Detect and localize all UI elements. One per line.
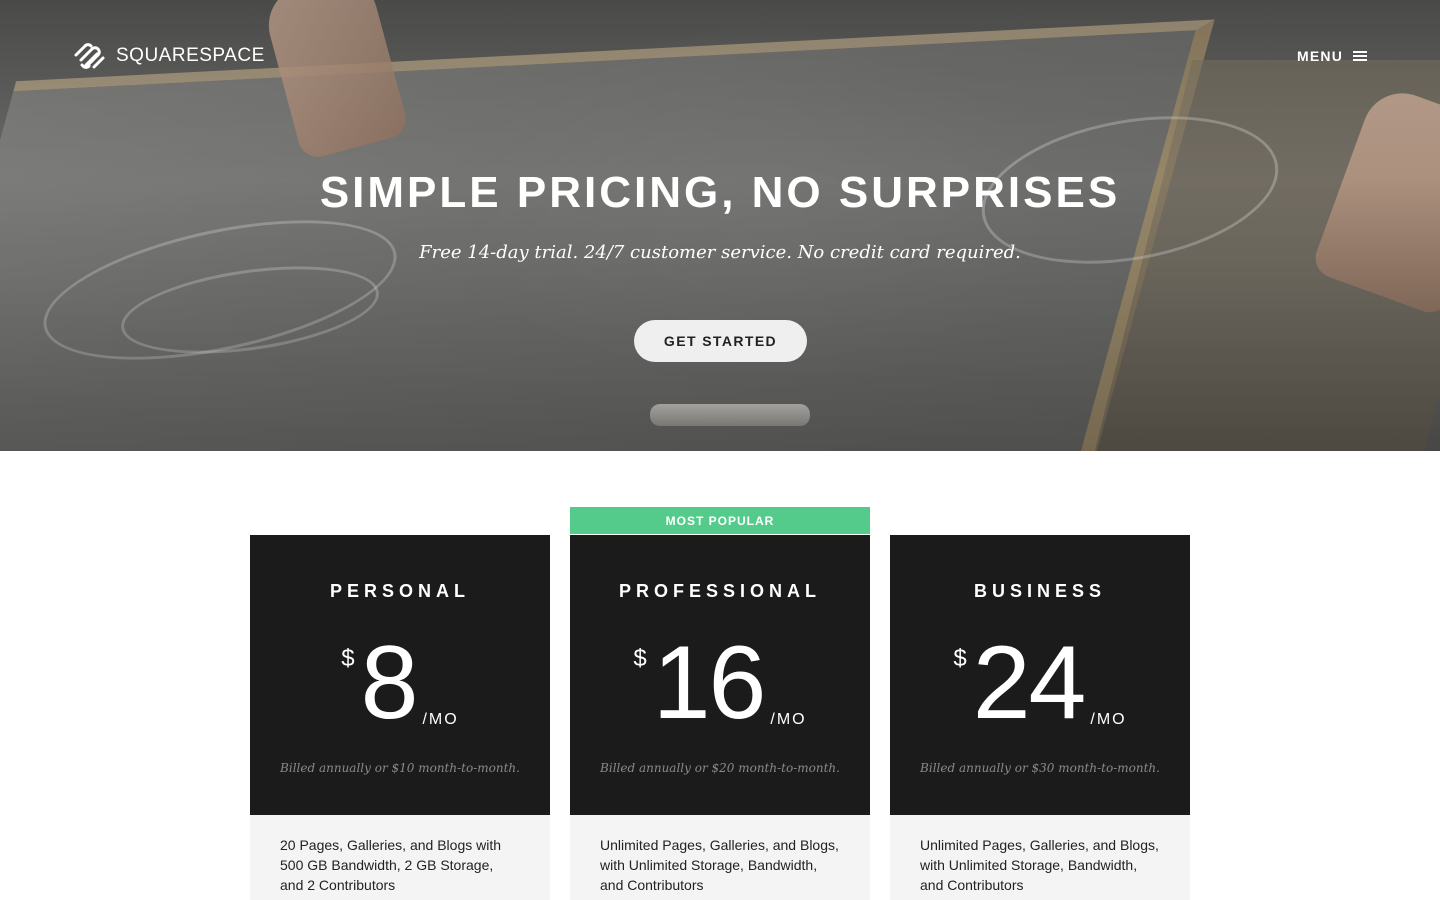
price-amount: 8 — [360, 625, 419, 741]
plan-features: Unlimited Pages, Galleries, and Blogs, w… — [570, 815, 870, 900]
plan-price: $ 8 /MO — [250, 631, 550, 735]
menu-button[interactable]: MENU — [1297, 48, 1368, 64]
plan-card-professional[interactable]: PROFESSIONAL $ 16 /MO Billed annually or… — [570, 535, 870, 900]
price-amount: 24 — [972, 625, 1087, 741]
price-amount: 16 — [652, 625, 767, 741]
plan-header: BUSINESS $ 24 /MO Billed annually or $30… — [890, 535, 1190, 815]
hero-banner: SQUARESPACE MENU SIMPLE PRICING, NO SURP… — [0, 0, 1440, 451]
get-started-button[interactable]: GET STARTED — [634, 320, 807, 362]
plan-features: 20 Pages, Galleries, and Blogs with 500 … — [250, 815, 550, 900]
plan-card-personal[interactable]: PERSONAL $ 8 /MO Billed annually or $10 … — [250, 535, 550, 900]
billing-note: Billed annually or $10 month-to-month. — [280, 761, 520, 775]
squarespace-logo-icon — [74, 43, 105, 69]
most-popular-badge: MOST POPULAR — [570, 507, 870, 534]
plan-header: PROFESSIONAL $ 16 /MO Billed annually or… — [570, 535, 870, 815]
plan-name: PROFESSIONAL — [618, 581, 821, 601]
currency-symbol: $ — [953, 645, 967, 672]
price-period: /MO — [770, 711, 807, 728]
billing-note: Billed annually or $30 month-to-month. — [920, 761, 1160, 775]
price-period: /MO — [1090, 711, 1127, 728]
plan-header: PERSONAL $ 8 /MO Billed annually or $10 … — [250, 535, 550, 815]
plan-description: Unlimited Pages, Galleries, and Blogs, w… — [920, 837, 1159, 893]
currency-symbol: $ — [633, 645, 647, 672]
plan-name: BUSINESS — [973, 581, 1107, 601]
squarespace-logo[interactable]: SQUARESPACE — [72, 40, 265, 72]
menu-label: MENU — [1297, 48, 1344, 64]
currency-symbol: $ — [341, 645, 355, 672]
page-title: SIMPLE PRICING, NO SURPRISES — [319, 168, 1121, 217]
plan-description: Unlimited Pages, Galleries, and Blogs, w… — [600, 837, 839, 893]
billing-note: Billed annually or $20 month-to-month. — [600, 761, 840, 775]
hero-subtitle: Free 14-day trial. 24/7 customer service… — [419, 242, 1021, 263]
plan-card-business[interactable]: BUSINESS $ 24 /MO Billed annually or $30… — [890, 535, 1190, 900]
hamburger-icon — [1353, 51, 1368, 61]
plan-description: 20 Pages, Galleries, and Blogs with 500 … — [280, 837, 502, 893]
plan-features: Unlimited Pages, Galleries, and Blogs, w… — [890, 815, 1190, 900]
plan-name: PERSONAL — [329, 581, 470, 601]
plan-price: $ 24 /MO — [890, 631, 1190, 735]
logo-wordmark: SQUARESPACE — [116, 45, 265, 66]
plan-price: $ 16 /MO — [570, 631, 870, 735]
price-period: /MO — [422, 711, 459, 728]
